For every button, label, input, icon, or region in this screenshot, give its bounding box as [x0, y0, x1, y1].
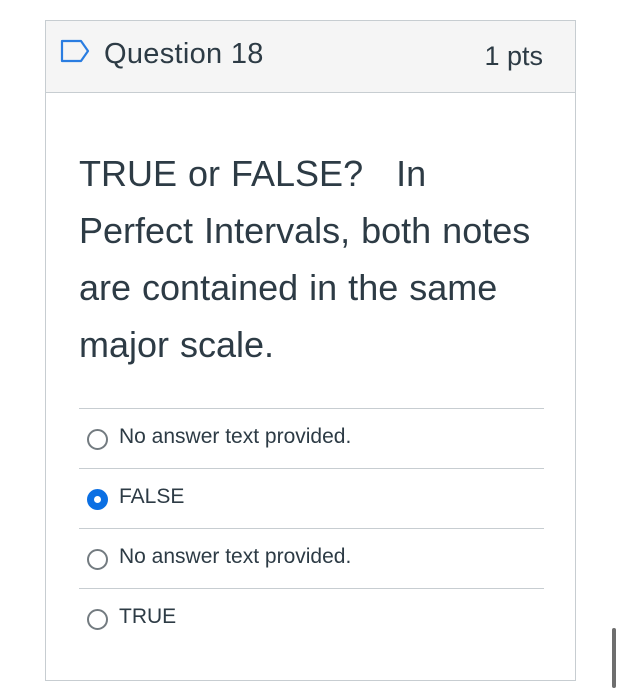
- scrollbar[interactable]: [612, 628, 616, 688]
- answer-list: No answer text provided. FALSE No answer…: [79, 408, 544, 648]
- question-points: 1 pts: [484, 41, 543, 71]
- question-body: TRUE or FALSE? In Perfect Intervals, bot…: [46, 145, 575, 648]
- answer-option[interactable]: No answer text provided.: [79, 408, 544, 468]
- question-text: TRUE or FALSE? In Perfect Intervals, bot…: [79, 153, 531, 365]
- radio-button-selected[interactable]: [87, 489, 108, 510]
- answer-label: TRUE: [119, 605, 177, 628]
- answer-label: No answer text provided.: [119, 425, 352, 448]
- radio-button[interactable]: [87, 609, 108, 630]
- answer-option[interactable]: TRUE: [79, 588, 544, 648]
- answer-label: No answer text provided.: [119, 545, 352, 568]
- question-card: Question 18 1 pts TRUE or FALSE? In Perf…: [45, 20, 576, 681]
- question-title: Question 18: [104, 38, 264, 70]
- answer-option[interactable]: FALSE: [79, 468, 544, 528]
- radio-button[interactable]: [87, 549, 108, 570]
- question-header: Question 18 1 pts: [46, 21, 575, 93]
- answer-label: FALSE: [119, 485, 185, 508]
- answer-option[interactable]: No answer text provided.: [79, 528, 544, 588]
- flag-outline-icon[interactable]: [60, 39, 90, 63]
- radio-button[interactable]: [87, 429, 108, 450]
